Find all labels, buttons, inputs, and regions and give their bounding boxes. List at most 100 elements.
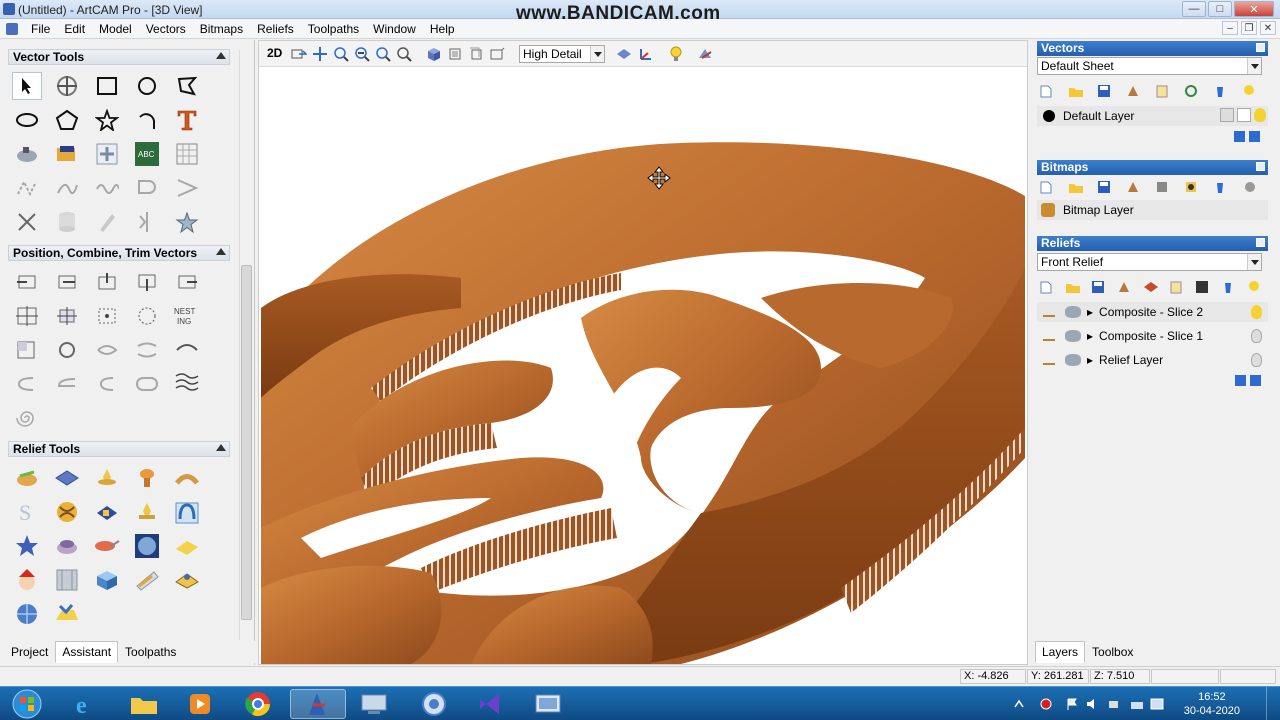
- collapse-icon[interactable]: [216, 248, 226, 255]
- relief-clipart-icon[interactable]: [92, 498, 122, 526]
- align-right-icon[interactable]: [172, 268, 202, 296]
- menu-help[interactable]: Help: [423, 22, 462, 36]
- align-center-h-icon[interactable]: [52, 268, 82, 296]
- rotate-vector-icon[interactable]: [52, 336, 82, 364]
- chrome-icon[interactable]: [230, 689, 286, 719]
- menu-bitmaps[interactable]: Bitmaps: [193, 22, 250, 36]
- move-layer-down-icon[interactable]: [1249, 131, 1260, 142]
- position-combine-header[interactable]: Position, Combine, Trim Vectors: [8, 245, 230, 261]
- expand-arrow-icon[interactable]: ▸: [1087, 353, 1093, 367]
- tab-toolpaths[interactable]: Toolpaths: [118, 641, 183, 663]
- new-layer-icon[interactable]: [1039, 84, 1055, 98]
- relief-pen-icon[interactable]: [1043, 331, 1055, 341]
- relief-tools-header[interactable]: Relief Tools: [8, 441, 230, 457]
- collapse-icon[interactable]: [1256, 162, 1265, 171]
- bitmaps-header[interactable]: Bitmaps: [1037, 160, 1268, 175]
- align-bottom-icon[interactable]: [132, 268, 162, 296]
- scrollbar-thumb[interactable]: [241, 265, 252, 620]
- layer-row-default[interactable]: Default Layer: [1037, 106, 1268, 126]
- tab-project[interactable]: Project: [4, 641, 55, 663]
- browser-icon[interactable]: [406, 689, 462, 719]
- zoom-box-icon[interactable]: [374, 46, 391, 62]
- smooth-nodes-icon[interactable]: [52, 174, 82, 202]
- menu-file[interactable]: File: [24, 22, 57, 36]
- minimize-button[interactable]: —: [1182, 1, 1206, 17]
- axis-icon[interactable]: [637, 46, 654, 62]
- face-icon[interactable]: S: [12, 498, 42, 526]
- relief-preview-icon[interactable]: [1143, 280, 1159, 294]
- wave-tool-icon[interactable]: [92, 174, 122, 202]
- santa-clipart-icon[interactable]: [12, 566, 42, 594]
- cut-vector-icon[interactable]: [12, 208, 42, 236]
- artcam-taskbar-icon[interactable]: [290, 689, 346, 719]
- network-icon[interactable]: [1130, 698, 1143, 710]
- relief-layer-row-2[interactable]: ▸ Composite - Slice 1: [1037, 326, 1268, 346]
- paste-icon[interactable]: [1169, 280, 1185, 294]
- spiral-icon[interactable]: [12, 404, 42, 432]
- polyline-tool-icon[interactable]: [172, 72, 202, 100]
- chevron-down-icon[interactable]: [1247, 254, 1261, 270]
- spin-icon[interactable]: [92, 464, 122, 492]
- offset-relief-icon[interactable]: [172, 566, 202, 594]
- smooth-relief-icon[interactable]: [132, 498, 162, 526]
- bitmap-gear-icon[interactable]: [1242, 180, 1258, 194]
- tray-up-arrow-icon[interactable]: [1013, 698, 1025, 710]
- relief-grid-icon[interactable]: [1195, 280, 1211, 294]
- expand-arrow-icon[interactable]: ▸: [1087, 329, 1093, 343]
- lightbulb-icon[interactable]: [1242, 84, 1258, 98]
- menu-edit[interactable]: Edit: [57, 22, 92, 36]
- 3d-relief-render[interactable]: [261, 68, 1025, 664]
- reliefs-header[interactable]: Reliefs: [1037, 236, 1268, 251]
- rectangle-tool-icon[interactable]: [92, 72, 122, 100]
- render-detail-select[interactable]: High Detail: [519, 45, 605, 63]
- visibility-bulb-icon[interactable]: [1251, 353, 1262, 367]
- volume-icon[interactable]: [1086, 698, 1098, 710]
- turn-icon[interactable]: [132, 464, 162, 492]
- save-icon[interactable]: [1091, 280, 1107, 294]
- top-view-icon[interactable]: [467, 46, 484, 62]
- import-vector-icon[interactable]: [12, 140, 42, 168]
- layer-row-bitmap[interactable]: Bitmap Layer: [1037, 200, 1268, 220]
- visual-studio-icon[interactable]: [462, 689, 518, 719]
- new-bitmap-icon[interactable]: [1039, 180, 1055, 194]
- paste-icon[interactable]: [1155, 84, 1171, 98]
- vector-sheet-select[interactable]: Default Sheet: [1037, 57, 1262, 75]
- menu-window[interactable]: Window: [366, 22, 423, 36]
- extrude-icon[interactable]: [52, 464, 82, 492]
- 2d-view-button[interactable]: 2D: [267, 46, 282, 60]
- globe-relief-icon[interactable]: [132, 532, 162, 560]
- zoom-previous-icon[interactable]: [395, 46, 412, 62]
- relief-wizard-icon[interactable]: [172, 532, 202, 560]
- menu-reliefs[interactable]: Reliefs: [250, 22, 301, 36]
- offset-vector-icon[interactable]: [132, 174, 162, 202]
- center-page-icon[interactable]: [12, 302, 42, 330]
- move-layer-down-icon[interactable]: [1250, 375, 1261, 386]
- side-view-icon[interactable]: [488, 46, 505, 62]
- star-tool-icon[interactable]: [92, 106, 122, 134]
- trim-left-icon[interactable]: [12, 370, 42, 398]
- pen-tool-icon[interactable]: [92, 208, 122, 236]
- pen-icon[interactable]: [1237, 108, 1251, 122]
- front-view-icon[interactable]: [446, 46, 463, 62]
- close-button[interactable]: ✕: [1234, 1, 1274, 17]
- start-button[interactable]: [2, 689, 52, 719]
- zoom-extents-icon[interactable]: [290, 46, 307, 62]
- media-player-icon[interactable]: [172, 689, 228, 719]
- center-vector-icon[interactable]: [52, 302, 82, 330]
- open-folder-icon[interactable]: [1068, 180, 1084, 194]
- shape-editor-icon[interactable]: [12, 464, 42, 492]
- tab-assistant[interactable]: Assistant: [55, 641, 119, 663]
- menu-toolpaths[interactable]: Toolpaths: [301, 22, 366, 36]
- zoom-out-icon[interactable]: [353, 46, 370, 62]
- file-explorer-icon[interactable]: [116, 689, 172, 719]
- cube-relief-icon[interactable]: [92, 566, 122, 594]
- tilt-relief-icon[interactable]: [132, 566, 162, 594]
- show-desktop-button[interactable]: [1266, 687, 1280, 720]
- vector-tools-header[interactable]: Vector Tools: [8, 49, 230, 65]
- ellipse-tool-icon[interactable]: [12, 106, 42, 134]
- polygon-tool-icon[interactable]: [52, 106, 82, 134]
- subtract-vector-icon[interactable]: [132, 336, 162, 364]
- align-center-icon[interactable]: [92, 302, 122, 330]
- menu-vectors[interactable]: Vectors: [139, 22, 193, 36]
- merge-icon[interactable]: [1126, 180, 1142, 194]
